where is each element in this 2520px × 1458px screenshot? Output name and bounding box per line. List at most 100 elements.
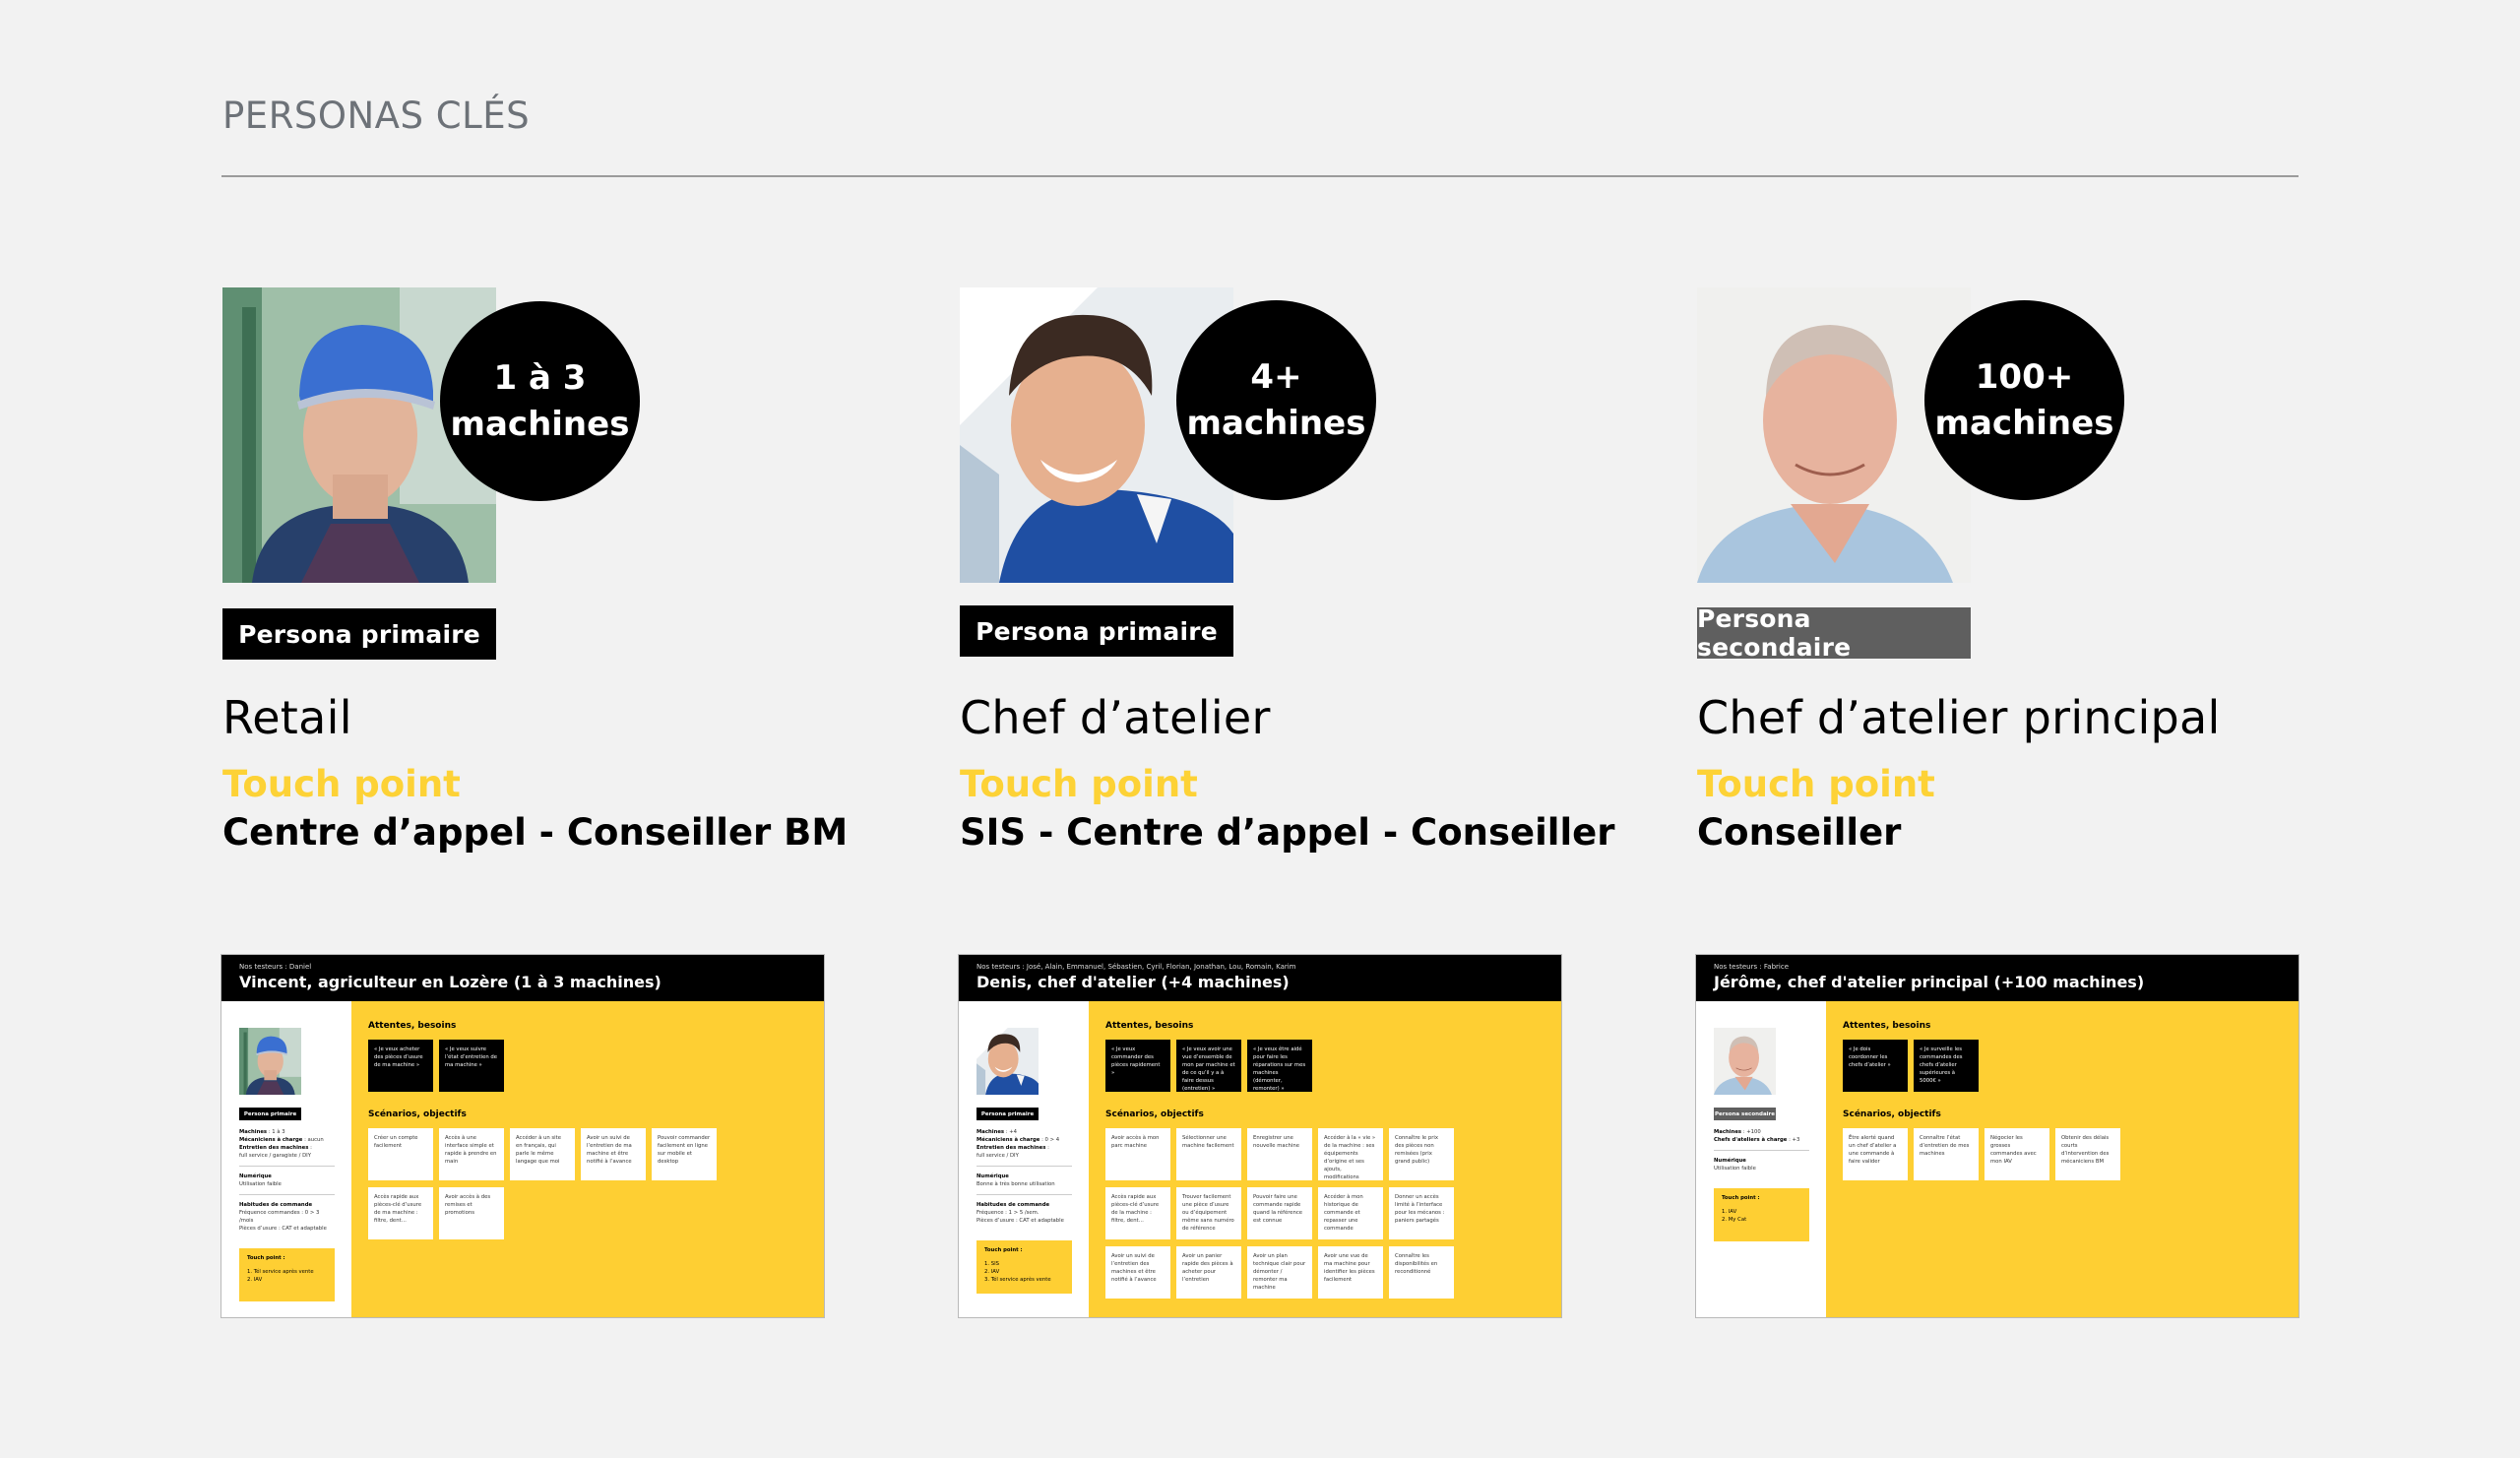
machine-count-unit: machines (1934, 403, 2114, 443)
machine-count-circle: 1 à 3 machines (440, 301, 640, 501)
scenario-note: Avoir accès à mon parc machine (1105, 1128, 1170, 1180)
portrait-image (1714, 1022, 1776, 1101)
scenarios-heading: Scénarios, objectifs (368, 1109, 467, 1119)
profile-value: : +4 (1004, 1129, 1018, 1135)
profile-label: Machines (239, 1129, 268, 1135)
persona-sheet-vincent[interactable]: Nos testeurs : Daniel Vincent, agriculteu… (221, 955, 824, 1317)
profile-line: Mécaniciens à charge : 0 > 4 (976, 1136, 1072, 1144)
persona-sheet-jerome[interactable]: Nos testeurs : Fabrice Jérôme, chef d'ate… (1696, 955, 2299, 1317)
sheet-header: Nos testeurs : Daniel Vincent, agriculteu… (221, 955, 824, 1001)
profile-value: Fréquence commandes : 0 > 3 /mois (239, 1210, 320, 1224)
scenario-note: Avoir accès à des remises et promotions (439, 1187, 504, 1239)
need-note: « Je dois coordonner les chefs d’atelier… (1843, 1040, 1908, 1092)
persona-card-chef-atelier-principal: 100+ machines Persona secondaire Chef d’… (1697, 287, 2386, 898)
sheet-profile-column: Persona primaire Machines : 1 à 3 Mécanici… (221, 1001, 351, 1317)
touch-point-label: Touch point (960, 763, 1198, 805)
profile-value: : +3 (1787, 1137, 1800, 1143)
profile-line: Machines : 1 à 3 (239, 1128, 335, 1136)
profile-line: Pièces d’usure : CAT et adaptable (239, 1225, 335, 1233)
sheet-title: Vincent, agriculteur en Lozère (1 à 3 ma… (239, 973, 662, 991)
sheet-profile-info: Machines : 1 à 3 Mécaniciens à charge : a… (239, 1128, 335, 1244)
scenario-note: Avoir une vue de ma machine pour identif… (1318, 1246, 1383, 1299)
profile-group: Habitudes de commande Fréquence : 1 > 5 /… (976, 1201, 1072, 1231)
profile-label: Machines (976, 1129, 1005, 1135)
scenario-note: Accéder à un site en français, qui parle… (510, 1128, 575, 1180)
portrait-image (239, 1022, 301, 1101)
sheet-persona-badge: Persona primaire (239, 1108, 301, 1120)
sheet-profile-info: Machines : +4 Mécaniciens à charge : 0 > … (976, 1128, 1072, 1236)
profile-line: Utilisation faible (1714, 1165, 1809, 1173)
touch-point-item: 2. IAV (984, 1269, 1000, 1275)
profile-label: Mécaniciens à charge (976, 1137, 1040, 1143)
sheet-content: Attentes, besoins « Je veux commander des… (1105, 1001, 1561, 1317)
touch-point-value: Centre d’appel - Conseiller BM (222, 811, 849, 854)
scenario-note: Négocier les grosses commandes avec mon … (1984, 1128, 2049, 1180)
profile-line: Numérique (976, 1173, 1072, 1180)
touch-point-label: Touch point (222, 763, 461, 805)
profile-line: Pièces d’usure : CAT et adaptable (976, 1217, 1072, 1225)
senior-portrait-image (1697, 287, 1971, 583)
testers-line: Nos testeurs : Daniel (239, 963, 312, 971)
scenario-note: Avoir un suivi de l’entretien de ma mach… (581, 1128, 646, 1180)
sheet-touch-points: Touch point : 1. Tél service après vente 2… (239, 1248, 335, 1301)
sheet-profile-column: Persona primaire Machines : +4 Mécaniciens… (959, 1001, 1089, 1317)
needs-notes: « Je dois coordonner les chefs d’atelier… (1843, 1040, 2191, 1092)
sheet-profile-column: Persona secondaire Machines : +100 Chefs d… (1696, 1001, 1826, 1317)
touch-point-item: 1. IAV (1722, 1209, 1737, 1215)
profile-value: Utilisation faible (1714, 1166, 1756, 1172)
scenario-notes: Créer un compte facilement Accès à une in… (368, 1128, 717, 1239)
profile-line: Numérique (1714, 1157, 1809, 1165)
sheet-profile-info: Machines : +100 Chefs d'ateliers à charge… (1714, 1128, 1809, 1184)
scenario-note: Donner un accès limité à l’interface pou… (1389, 1187, 1454, 1239)
profile-value: : +100 (1741, 1129, 1761, 1135)
profile-line: Fréquence : 1 > 5 /sem. (976, 1209, 1072, 1217)
profile-group: Machines : +100 Chefs d'ateliers à charge… (1714, 1128, 1809, 1151)
scenario-note: Être alerté quand un chef d’atelier a un… (1843, 1128, 1908, 1180)
machine-count-value: 4+ (1250, 356, 1302, 397)
profile-line: full service / DIY (976, 1152, 1072, 1160)
need-note: « Je veux suivre l’état d’entretien de m… (439, 1040, 504, 1092)
scenario-note: Pouvoir commander facilement en ligne su… (652, 1128, 717, 1180)
touch-point-item: 3. Tél service après vente (984, 1277, 1051, 1283)
profile-line: Fréquence commandes : 0 > 3 /mois (239, 1209, 335, 1225)
profile-group: Habitudes de commande Fréquence commandes… (239, 1201, 335, 1238)
profile-label: Numérique (976, 1173, 1009, 1179)
profile-label: Mécaniciens à charge (239, 1137, 303, 1143)
profile-label: Machines (1714, 1129, 1742, 1135)
scenario-note: Avoir un plan technique clair pour démon… (1247, 1246, 1312, 1299)
profile-value: full service / garagiste / DIY (239, 1153, 311, 1159)
profile-line: Utilisation faible (239, 1180, 335, 1188)
scenario-note: Accès rapide aux pièces-clé d’usure de m… (368, 1187, 433, 1239)
sheet-photo (239, 1022, 301, 1101)
machine-count-value: 1 à 3 (493, 357, 587, 398)
profile-group: Numérique Bonne à très bonne utilisation (976, 1173, 1072, 1195)
touch-point-item: 2. My Cat (1722, 1217, 1747, 1223)
profile-line: Machines : +4 (976, 1128, 1072, 1136)
need-note: « Je veux être aidé pour faire les répar… (1247, 1040, 1312, 1092)
persona-type-badge: Persona primaire (222, 608, 496, 660)
scenario-note: Accès à une interface simple et rapide à… (439, 1128, 504, 1180)
sheet-persona-badge: Persona secondaire (1714, 1108, 1776, 1120)
profile-group: Numérique Utilisation faible (239, 1173, 335, 1195)
profile-label: Entretien des machines (239, 1145, 309, 1151)
touch-points-title: Touch point : (1722, 1195, 1760, 1201)
scenario-notes: Avoir accès à mon parc machine Sélectionn… (1105, 1128, 1454, 1299)
profile-value: : 0 > 4 (1040, 1137, 1060, 1143)
needs-notes: « Je veux commander des pièces rapidemen… (1105, 1040, 1454, 1092)
touch-point-item: 1. SIS (984, 1261, 1000, 1267)
persona-type-badge: Persona secondaire (1697, 604, 1971, 662)
sheet-touch-points: Touch point : 1. SIS 2. IAV 3. Tél service … (976, 1240, 1072, 1294)
profile-line: full service / garagiste / DIY (239, 1152, 335, 1160)
persona-sheet-denis[interactable]: Nos testeurs : José, Alain, Emmanuel, Sé… (959, 955, 1561, 1317)
scenario-note: Avoir un suivi de l’entretien des machin… (1105, 1246, 1170, 1299)
machine-count-unit: machines (450, 404, 630, 444)
profile-line: Entretien des machines : (976, 1144, 1072, 1152)
needs-heading: Attentes, besoins (1843, 1021, 1931, 1031)
scenario-note: Avoir un panier rapide des pièces à ache… (1176, 1246, 1241, 1299)
scenario-note: Connaître le prix des pièces non remisée… (1389, 1128, 1454, 1180)
scenario-note: Sélectionner une machine facilement (1176, 1128, 1241, 1180)
need-note: « Je veux commander des pièces rapidemen… (1105, 1040, 1170, 1092)
machine-count-circle: 100+ machines (1924, 300, 2124, 500)
persona-card-chef-atelier: 4+ machines Persona primaire Chef d’atel… (960, 287, 1649, 898)
profile-line: Mécaniciens à charge : aucun (239, 1136, 335, 1144)
